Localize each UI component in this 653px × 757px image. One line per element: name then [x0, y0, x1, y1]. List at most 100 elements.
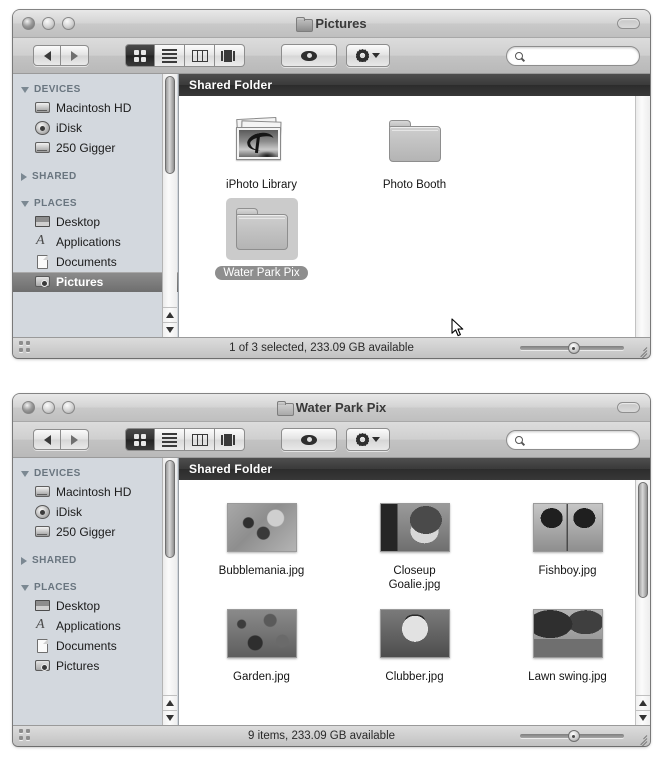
- title-bar[interactable]: Pictures: [13, 10, 650, 38]
- close-button[interactable]: [22, 401, 35, 414]
- forward-button[interactable]: [61, 429, 89, 450]
- sidebar-item-250-gigger[interactable]: 250 Gigger: [13, 138, 178, 158]
- hard-drive-icon: [35, 141, 50, 155]
- sidebar-scrollbar-thumb[interactable]: [165, 460, 175, 558]
- sidebar-item-pictures[interactable]: Pictures: [13, 272, 178, 292]
- action-menu-button[interactable]: [346, 428, 390, 451]
- sidebar-section-shared[interactable]: SHARED: [13, 167, 178, 185]
- search-input[interactable]: [527, 49, 631, 62]
- icon-view-button[interactable]: [125, 428, 155, 451]
- status-bar: 9 items, 233.09 GB available: [13, 725, 650, 746]
- content-scrollbar[interactable]: [635, 96, 650, 337]
- resize-grip[interactable]: [633, 730, 648, 746]
- sidebar-item-idisk[interactable]: iDisk: [13, 502, 178, 522]
- sidebar-scrollbar[interactable]: [162, 74, 177, 337]
- sidebar[interactable]: DEVICES Macintosh HD iDisk 250 Gigger SH…: [13, 458, 179, 725]
- sidebar-item-applications[interactable]: Applications: [13, 232, 178, 252]
- coverflow-view-button[interactable]: [215, 44, 245, 67]
- disclosure-triangle-icon[interactable]: [21, 470, 29, 477]
- action-menu-button[interactable]: [346, 44, 390, 67]
- toolbar-toggle-button[interactable]: [617, 18, 640, 29]
- minimize-button[interactable]: [42, 17, 55, 30]
- disclosure-triangle-icon[interactable]: [21, 556, 27, 565]
- file-item-bubblemania[interactable]: Bubblemania.jpg: [185, 496, 338, 592]
- sidebar-item-macintosh-hd[interactable]: Macintosh HD: [13, 98, 178, 118]
- sidebar-item-macintosh-hd[interactable]: Macintosh HD: [13, 482, 178, 502]
- sidebar-section-places[interactable]: PLACES: [13, 194, 178, 212]
- quick-look-button[interactable]: [281, 428, 337, 451]
- coverflow-view-button[interactable]: [215, 428, 245, 451]
- folder-icon: [276, 401, 294, 416]
- chevron-up-icon: [639, 700, 647, 706]
- sidebar-item-250-gigger[interactable]: 250 Gigger: [13, 522, 178, 542]
- scroll-up-button[interactable]: [636, 695, 650, 710]
- disclosure-triangle-icon[interactable]: [21, 584, 29, 591]
- file-item-closeup-goalie[interactable]: Closeup Goalie.jpg: [338, 496, 491, 592]
- scroll-down-button[interactable]: [163, 710, 177, 725]
- icon-size-slider[interactable]: [520, 342, 624, 354]
- title-bar[interactable]: Water Park Pix: [13, 394, 650, 422]
- documents-icon: [35, 639, 50, 653]
- back-button[interactable]: [33, 45, 61, 66]
- icon-view-button[interactable]: [125, 44, 155, 67]
- file-item-clubber[interactable]: Clubber.jpg: [338, 602, 491, 684]
- pictures-folder-icon: [296, 17, 314, 32]
- content-scrollbar-thumb[interactable]: [638, 482, 648, 598]
- forward-button[interactable]: [61, 45, 89, 66]
- sidebar-section-devices[interactable]: DEVICES: [13, 464, 178, 482]
- file-item-garden[interactable]: Garden.jpg: [185, 602, 338, 684]
- sidebar-scrollbar-thumb[interactable]: [165, 76, 175, 174]
- minimize-button[interactable]: [42, 401, 55, 414]
- slider-knob[interactable]: [567, 730, 580, 742]
- sidebar-item-desktop[interactable]: Desktop: [13, 212, 178, 232]
- disclosure-triangle-icon[interactable]: [21, 86, 29, 93]
- column-view-button[interactable]: [185, 428, 215, 451]
- file-label: Lawn swing.jpg: [528, 671, 607, 683]
- sidebar-section-places[interactable]: PLACES: [13, 578, 178, 596]
- file-item-lawn-swing[interactable]: Lawn swing.jpg: [491, 602, 644, 684]
- sidebar-section-devices[interactable]: DEVICES: [13, 80, 178, 98]
- zoom-button[interactable]: [62, 401, 75, 414]
- finder-window-pictures[interactable]: Pictures DEVICES Macintosh HD iDisk 250 …: [13, 10, 650, 358]
- close-button[interactable]: [22, 17, 35, 30]
- disclosure-triangle-icon[interactable]: [21, 200, 29, 207]
- sidebar-grid-handle[interactable]: [19, 729, 37, 743]
- sidebar-item-documents[interactable]: Documents: [13, 636, 178, 656]
- finder-window-water-park-pix[interactable]: Water Park Pix DEVICES Macintosh HD iDis…: [13, 394, 650, 746]
- content-pane[interactable]: Shared Folder Bubblemania.jpg Closeup Go…: [179, 458, 650, 725]
- scroll-up-button[interactable]: [163, 695, 177, 710]
- list-view-button[interactable]: [155, 44, 185, 67]
- file-item-fishboy[interactable]: Fishboy.jpg: [491, 496, 644, 592]
- sidebar[interactable]: DEVICES Macintosh HD iDisk 250 Gigger SH…: [13, 74, 179, 337]
- back-button[interactable]: [33, 429, 61, 450]
- slider-knob[interactable]: [567, 342, 580, 354]
- file-item-iphoto-library[interactable]: iPhoto Library: [185, 110, 338, 192]
- search-input[interactable]: [527, 433, 631, 446]
- list-view-button[interactable]: [155, 428, 185, 451]
- sidebar-section-shared[interactable]: SHARED: [13, 551, 178, 569]
- quick-look-button[interactable]: [281, 44, 337, 67]
- disclosure-triangle-icon[interactable]: [21, 172, 27, 181]
- search-field[interactable]: [506, 45, 640, 66]
- toolbar-toggle-button[interactable]: [617, 402, 640, 413]
- sidebar-scrollbar[interactable]: [162, 458, 177, 725]
- sidebar-item-idisk[interactable]: iDisk: [13, 118, 178, 138]
- sidebar-item-pictures[interactable]: Pictures: [13, 656, 178, 676]
- sidebar-grid-handle[interactable]: [19, 341, 37, 355]
- scroll-down-button[interactable]: [163, 322, 177, 337]
- sidebar-item-desktop[interactable]: Desktop: [13, 596, 178, 616]
- icon-size-slider[interactable]: [520, 730, 624, 742]
- column-view-button[interactable]: [185, 44, 215, 67]
- content-scrollbar[interactable]: [635, 480, 650, 725]
- file-label: iPhoto Library: [226, 179, 297, 191]
- resize-grip[interactable]: [633, 342, 648, 358]
- sidebar-item-documents[interactable]: Documents: [13, 252, 178, 272]
- file-item-photo-booth[interactable]: Photo Booth: [338, 110, 491, 192]
- zoom-button[interactable]: [62, 17, 75, 30]
- search-field[interactable]: [506, 429, 640, 450]
- content-pane[interactable]: Shared Folder iPhoto Library Photo Booth…: [179, 74, 650, 337]
- file-item-water-park-pix[interactable]: Water Park Pix: [185, 198, 338, 280]
- scroll-down-button[interactable]: [636, 710, 650, 725]
- sidebar-item-applications[interactable]: Applications: [13, 616, 178, 636]
- scroll-up-button[interactable]: [163, 307, 177, 322]
